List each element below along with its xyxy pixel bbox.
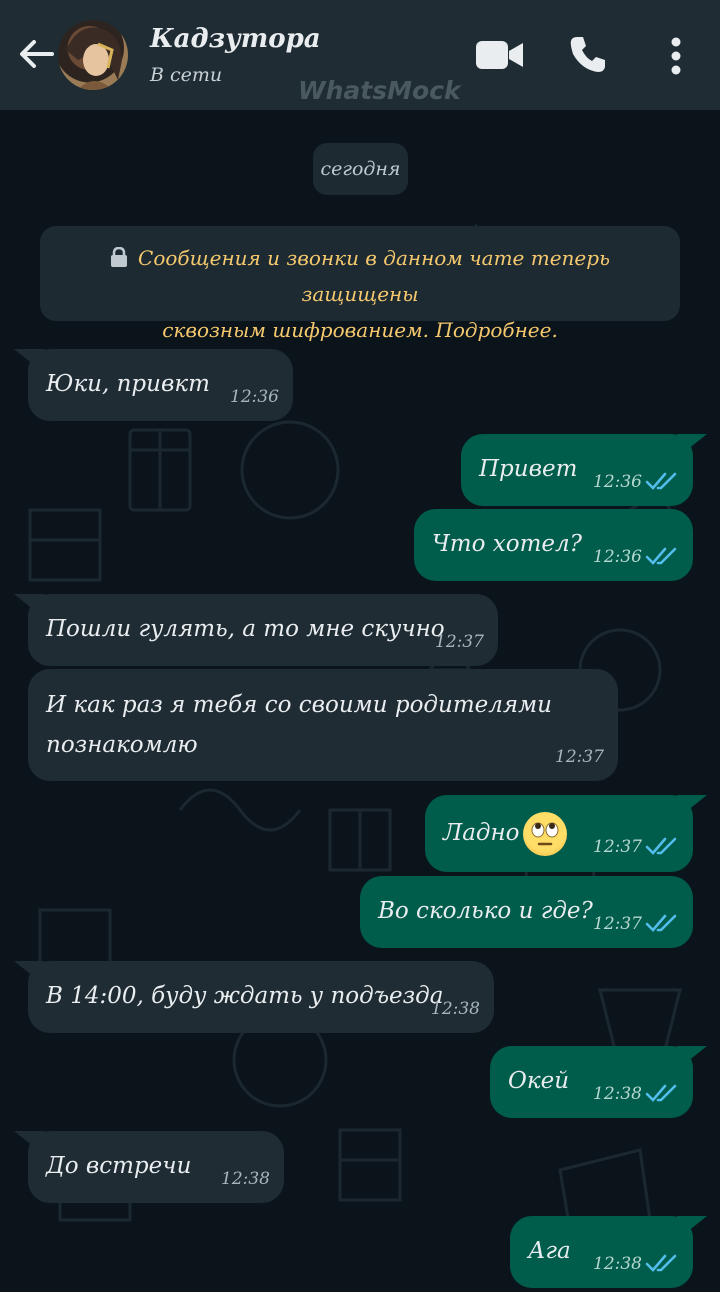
more-vert-icon[interactable] [664, 36, 688, 76]
date-label: сегодня [320, 158, 401, 180]
message-text: Привет [479, 456, 578, 482]
message-outgoing[interactable]: Ага 12:38 [510, 1216, 707, 1288]
bubble-tail [677, 434, 707, 458]
message-time: 12:38 [221, 1169, 270, 1189]
video-call-icon[interactable] [476, 38, 524, 72]
message-time: 12:37 [435, 632, 484, 652]
message-text: До встречи [46, 1153, 192, 1179]
message-text: В 14:00, буду ждать у подъезда [46, 983, 444, 1009]
double-check-icon [645, 472, 677, 490]
message-time: 12:38 [431, 999, 480, 1019]
bubble-tail [677, 1216, 707, 1240]
bubble-tail [14, 594, 44, 618]
bubble-tail [14, 1131, 44, 1155]
chat-header: Кадзутора В сети WhatsMock [0, 0, 720, 110]
message-time: 12:38 [593, 1084, 642, 1104]
bubble-tail [14, 961, 44, 985]
message-text: Что хотел? [432, 531, 582, 557]
contact-name[interactable]: Кадзутора [150, 24, 321, 54]
message-incoming[interactable]: И как раз я тебя со своими родителями по… [28, 669, 618, 781]
message-text-line2: познакомлю [46, 732, 198, 758]
message-incoming[interactable]: Юки, привкт 12:36 [14, 349, 293, 421]
message-time: 12:37 [555, 747, 604, 767]
message-outgoing[interactable]: Во сколько и где? 12:37 [360, 876, 693, 948]
double-check-icon [645, 547, 677, 565]
contact-status: В сети [150, 64, 223, 86]
message-time: 12:36 [593, 547, 642, 567]
bubble-tail [677, 1046, 707, 1070]
message-text-body: Ладно [443, 820, 520, 846]
watermark: WhatsMock [298, 76, 461, 105]
message-text: Пошли гулять, а то мне скучно [46, 616, 445, 642]
encryption-notice[interactable]: Сообщения и звонки в данном чате теперь … [40, 226, 680, 342]
lock-icon [111, 247, 128, 267]
message-outgoing[interactable]: Окей 12:38 [490, 1046, 707, 1118]
message-time: 12:36 [230, 387, 279, 407]
notice-text-line2: сквозным шифрованием. Подробнее. [162, 318, 558, 342]
rolling-eyes-emoji-icon [523, 812, 568, 856]
message-text: Ага [528, 1238, 571, 1264]
message-text: Ладно [443, 812, 568, 856]
message-text: Во сколько и где? [378, 898, 593, 924]
message-incoming[interactable]: До встречи 12:38 [14, 1131, 284, 1203]
message-text: Окей [508, 1068, 570, 1094]
contact-avatar[interactable] [58, 20, 128, 90]
message-text: Юки, привкт [46, 371, 210, 397]
notice-text-line1: Сообщения и звонки в данном чате теперь … [138, 246, 610, 306]
date-separator: сегодня [313, 143, 408, 195]
bubble-tail [14, 349, 44, 373]
message-incoming[interactable]: Пошли гулять, а то мне скучно 12:37 [14, 594, 498, 666]
message-outgoing[interactable]: Что хотел? 12:36 [414, 509, 693, 581]
double-check-icon [645, 1254, 677, 1272]
double-check-icon [645, 914, 677, 932]
phone-icon[interactable] [568, 34, 608, 74]
message-time: 12:37 [593, 914, 642, 934]
double-check-icon [645, 837, 677, 855]
message-outgoing[interactable]: Привет 12:36 [461, 434, 707, 506]
back-arrow-icon[interactable] [16, 34, 56, 74]
message-text-line1: И как раз я тебя со своими родителями [46, 692, 552, 718]
message-time: 12:37 [593, 837, 642, 857]
bubble-tail [677, 795, 707, 819]
double-check-icon [645, 1084, 677, 1102]
message-incoming[interactable]: В 14:00, буду ждать у подъезда 12:38 [14, 961, 494, 1033]
message-outgoing[interactable]: Ладно 12:37 [425, 795, 707, 872]
message-time: 12:38 [593, 1254, 642, 1274]
message-time: 12:36 [593, 472, 642, 492]
